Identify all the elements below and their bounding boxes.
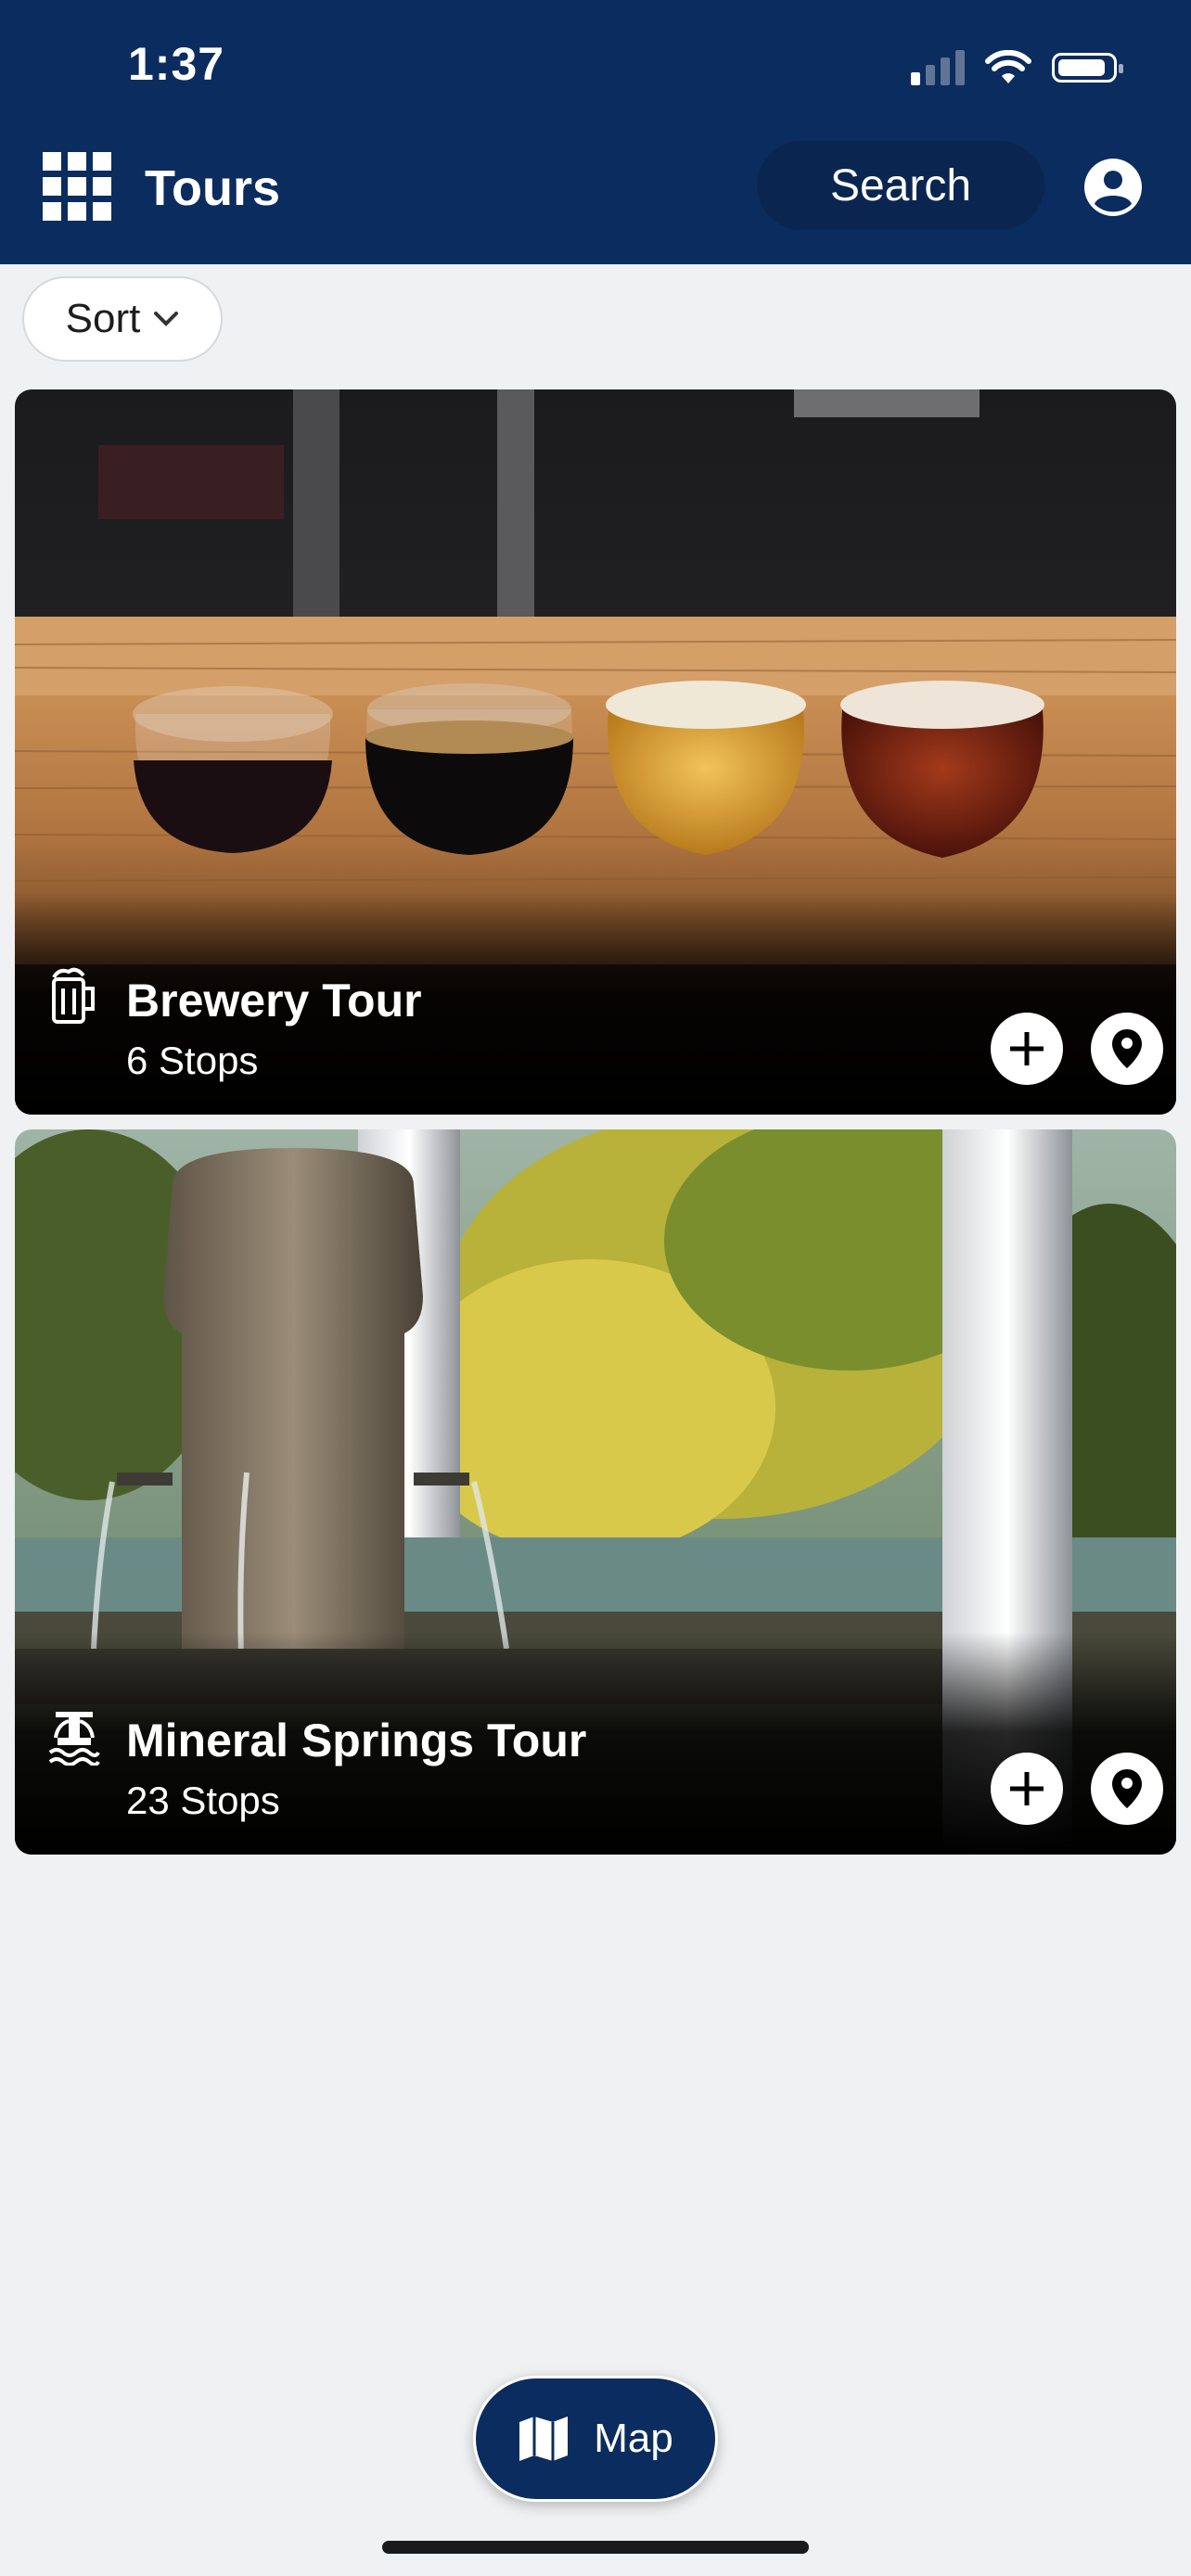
search-button[interactable]: Search	[757, 141, 1044, 230]
map-button[interactable]: Map	[473, 2376, 718, 2502]
map-pin-icon	[1112, 1769, 1142, 1808]
app-header: 1:37 Tours Search	[0, 0, 1191, 264]
home-indicator[interactable]	[382, 2541, 809, 2554]
tour-stops: 23 Stops	[126, 1779, 280, 1822]
locate-tour-button[interactable]	[1091, 1013, 1163, 1085]
tour-card-mineral-springs[interactable]: Mineral Springs Tour 23 Stops	[15, 1129, 1176, 1855]
page-title: Tours	[145, 160, 280, 216]
app-menu-grid-icon[interactable]	[43, 152, 111, 221]
locate-tour-button[interactable]	[1091, 1753, 1163, 1825]
tour-stops: 6 Stops	[126, 1039, 259, 1082]
tour-title: Mineral Springs Tour	[126, 1715, 587, 1766]
folded-map-icon	[519, 2417, 569, 2461]
beer-mug-icon	[52, 967, 95, 1024]
cellular-signal-icon	[911, 50, 965, 85]
plus-icon	[1010, 1772, 1044, 1805]
sort-label: Sort	[65, 296, 141, 341]
tour-card-brewery[interactable]: Brewery Tour 6 Stops	[15, 389, 1176, 1115]
add-tour-button[interactable]	[991, 1753, 1063, 1825]
account-icon[interactable]	[1083, 158, 1143, 217]
status-icons	[911, 45, 1123, 91]
sort-button[interactable]: Sort	[22, 276, 223, 362]
wifi-icon	[985, 50, 1031, 83]
spring-fountain-icon	[48, 1712, 100, 1766]
map-button-label: Map	[594, 2416, 673, 2461]
tour-title: Brewery Tour	[126, 975, 422, 1027]
chevron-down-icon	[154, 312, 179, 326]
status-time: 1:37	[128, 38, 225, 90]
map-pin-icon	[1112, 1029, 1142, 1068]
add-tour-button[interactable]	[991, 1013, 1063, 1085]
battery-icon	[1052, 53, 1123, 83]
plus-icon	[1010, 1032, 1044, 1065]
